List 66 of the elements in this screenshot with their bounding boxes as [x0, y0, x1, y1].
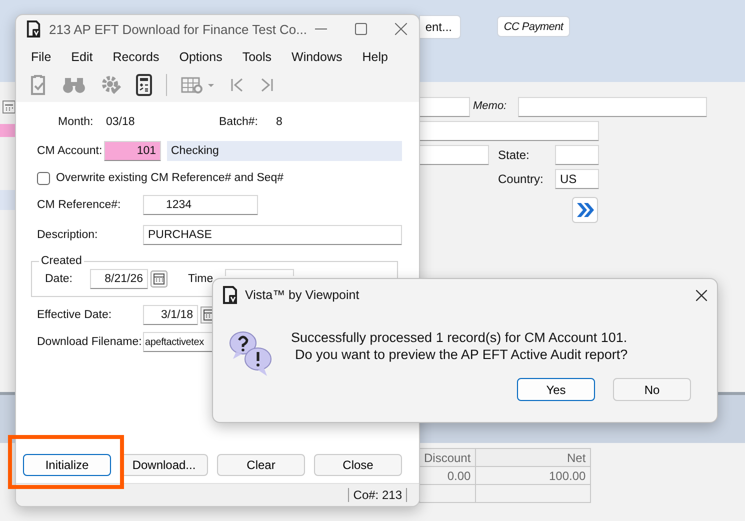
checkbox[interactable] — [37, 172, 50, 184]
dialog-title: Vista™ by Viewpoint — [245, 288, 360, 302]
download-filename-label: Download Filename: — [36, 336, 143, 348]
input-field[interactable] — [419, 97, 470, 117]
app-logo-icon — [222, 286, 238, 304]
input-field[interactable] — [419, 121, 599, 141]
maximize-icon[interactable] — [355, 23, 367, 35]
overwrite-label: Overwrite existing CM Reference# and Seq# — [56, 172, 284, 184]
description-label: Description: — [36, 229, 99, 241]
date-label: Date: — [45, 273, 74, 285]
country-label: Country: — [498, 172, 544, 186]
message-text: Successfully processed 1 record(s) for CM Account 101. — [291, 329, 628, 346]
account-description: Checking — [167, 141, 402, 161]
menu-item[interactable]: Help — [355, 50, 395, 64]
table-cell: 100.00 — [475, 466, 590, 484]
country-field[interactable]: US — [555, 169, 599, 189]
cm-account-label: CM Account: — [36, 145, 104, 157]
payment-button[interactable]: ent... — [419, 15, 461, 39]
time-field[interactable] — [225, 269, 294, 276]
effective-date-field[interactable]: 3/1/18 — [143, 305, 198, 325]
double-arrow-button[interactable] — [572, 197, 598, 223]
close-icon[interactable] — [395, 23, 407, 35]
menu-item[interactable]: Edit — [64, 50, 100, 64]
no-button[interactable]: No — [613, 378, 691, 401]
cm-account-field[interactable]: 101 — [104, 141, 161, 161]
description-field[interactable]: PURCHASE — [143, 225, 402, 245]
window-title: 213 AP EFT Download for Finance Test Co... — [49, 22, 307, 36]
state-field[interactable] — [555, 145, 599, 165]
cm-reference-field[interactable]: 1234 — [143, 195, 258, 215]
batch-value: 8 — [276, 116, 282, 128]
batch-label: Batch#: — [219, 116, 259, 128]
minimize-icon[interactable] — [315, 28, 327, 30]
app-logo-icon — [26, 20, 42, 38]
calendar-icon[interactable] — [200, 306, 213, 324]
message-text: Do you want to preview the AP EFT Active Audit report? — [294, 346, 628, 363]
calendar-icon[interactable] — [2, 100, 16, 114]
month-label: Month: — [57, 116, 94, 128]
state-label: State: — [498, 148, 530, 162]
cc-payment-button[interactable]: CC Payment — [497, 16, 570, 37]
menu-item[interactable]: File — [24, 50, 58, 64]
yes-button[interactable]: Yes — [517, 378, 595, 401]
initialize-button[interactable]: Initialize — [23, 454, 111, 476]
memo-label: Memo: — [473, 100, 507, 112]
download-filename-field[interactable]: apeftactivetex — [143, 332, 212, 352]
menu-item[interactable]: Records — [106, 50, 166, 64]
calculator-icon[interactable] — [136, 74, 152, 96]
input-field[interactable] — [419, 145, 489, 165]
column-header[interactable]: Discount — [420, 448, 476, 466]
effective-date-label: Effective Date: — [36, 309, 113, 321]
month-value: 03/18 — [106, 116, 136, 128]
question-exclamation-icon — [228, 329, 273, 377]
date-field[interactable]: 8/21/26 — [90, 269, 148, 289]
menu-item[interactable]: Tools — [235, 50, 279, 64]
close-button[interactable]: Close — [314, 454, 402, 476]
calendar-icon[interactable] — [150, 270, 168, 288]
menu-item[interactable]: Options — [172, 50, 230, 64]
input-field[interactable] — [0, 124, 15, 137]
menu-item[interactable]: Windows — [284, 50, 350, 64]
time-label: Time — [188, 273, 214, 285]
company-number: Co#: 213 — [348, 488, 407, 502]
cm-reference-label: CM Reference#: — [36, 199, 122, 211]
group-title: Created — [40, 255, 83, 267]
clear-button[interactable]: Clear — [217, 454, 305, 476]
memo-field[interactable] — [518, 97, 707, 117]
close-icon[interactable] — [696, 290, 707, 300]
column-header[interactable]: Net — [475, 448, 590, 466]
